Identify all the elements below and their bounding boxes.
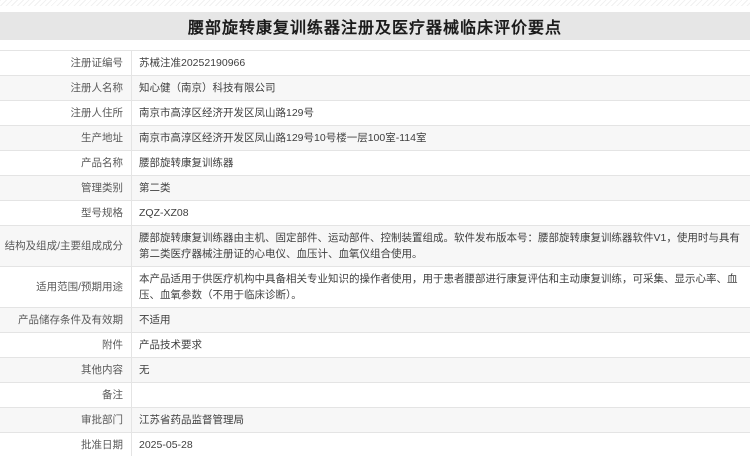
row-label: 审批部门 [0,408,132,432]
row-value: 产品技术要求 [132,333,750,357]
row-label: 批准日期 [0,433,132,456]
row-label: 产品储存条件及有效期 [0,308,132,332]
table-row: 产品名称 腰部旋转康复训练器 [0,151,750,176]
row-label: 注册人住所 [0,101,132,125]
table-row: 产品储存条件及有效期 不适用 [0,308,750,333]
row-value: 南京市高淳区经济开发区凤山路129号10号楼一层100室-114室 [132,126,750,150]
page: 腰部旋转康复训练器注册及医疗器械临床评价要点 注册证编号 苏械注准2025219… [0,0,750,456]
row-label: 附件 [0,333,132,357]
row-value: 2025-05-28 [132,433,750,456]
table-row: 生产地址 南京市高淳区经济开发区凤山路129号10号楼一层100室-114室 [0,126,750,151]
row-value: 第二类 [132,176,750,200]
row-label: 产品名称 [0,151,132,175]
table-row: 其他内容 无 [0,358,750,383]
row-value: 无 [132,358,750,382]
table-row: 审批部门 江苏省药品监督管理局 [0,408,750,433]
table-row: 批准日期 2025-05-28 [0,433,750,456]
row-value: 腰部旋转康复训练器由主机、固定部件、运动部件、控制装置组成。软件发布版本号：腰部… [132,226,750,266]
title-bar: 腰部旋转康复训练器注册及医疗器械临床评价要点 [0,12,750,40]
table-row: 型号规格 ZQZ-XZ08 [0,201,750,226]
row-label: 型号规格 [0,201,132,225]
row-label: 注册人名称 [0,76,132,100]
row-value: 知心健（南京）科技有限公司 [132,76,750,100]
row-label: 其他内容 [0,358,132,382]
row-value [132,383,750,407]
table-row: 注册人住所 南京市高淳区经济开发区凤山路129号 [0,101,750,126]
row-label: 适用范围/预期用途 [0,267,132,307]
table-row: 结构及组成/主要组成成分 腰部旋转康复训练器由主机、固定部件、运动部件、控制装置… [0,226,750,267]
table-row: 管理类别 第二类 [0,176,750,201]
top-edge-texture [0,0,750,6]
row-value: 不适用 [132,308,750,332]
table-row: 注册人名称 知心健（南京）科技有限公司 [0,76,750,101]
table-row: 附件 产品技术要求 [0,333,750,358]
row-value: 南京市高淳区经济开发区凤山路129号 [132,101,750,125]
row-label: 备注 [0,383,132,407]
row-value: ZQZ-XZ08 [132,201,750,225]
row-value: 腰部旋转康复训练器 [132,151,750,175]
table-row: 适用范围/预期用途 本产品适用于供医疗机构中具备相关专业知识的操作者使用，用于患… [0,267,750,308]
row-label: 结构及组成/主要组成成分 [0,226,132,266]
table-row: 注册证编号 苏械注准20252190966 [0,51,750,76]
row-value: 苏械注准20252190966 [132,51,750,75]
row-label: 生产地址 [0,126,132,150]
row-label: 管理类别 [0,176,132,200]
row-label: 注册证编号 [0,51,132,75]
row-value: 本产品适用于供医疗机构中具备相关专业知识的操作者使用，用于患者腰部进行康复评估和… [132,267,750,307]
row-value: 江苏省药品监督管理局 [132,408,750,432]
page-title: 腰部旋转康复训练器注册及医疗器械临床评价要点 [188,14,562,38]
registration-info-table: 注册证编号 苏械注准20252190966 注册人名称 知心健（南京）科技有限公… [0,50,750,456]
table-row: 备注 [0,383,750,408]
